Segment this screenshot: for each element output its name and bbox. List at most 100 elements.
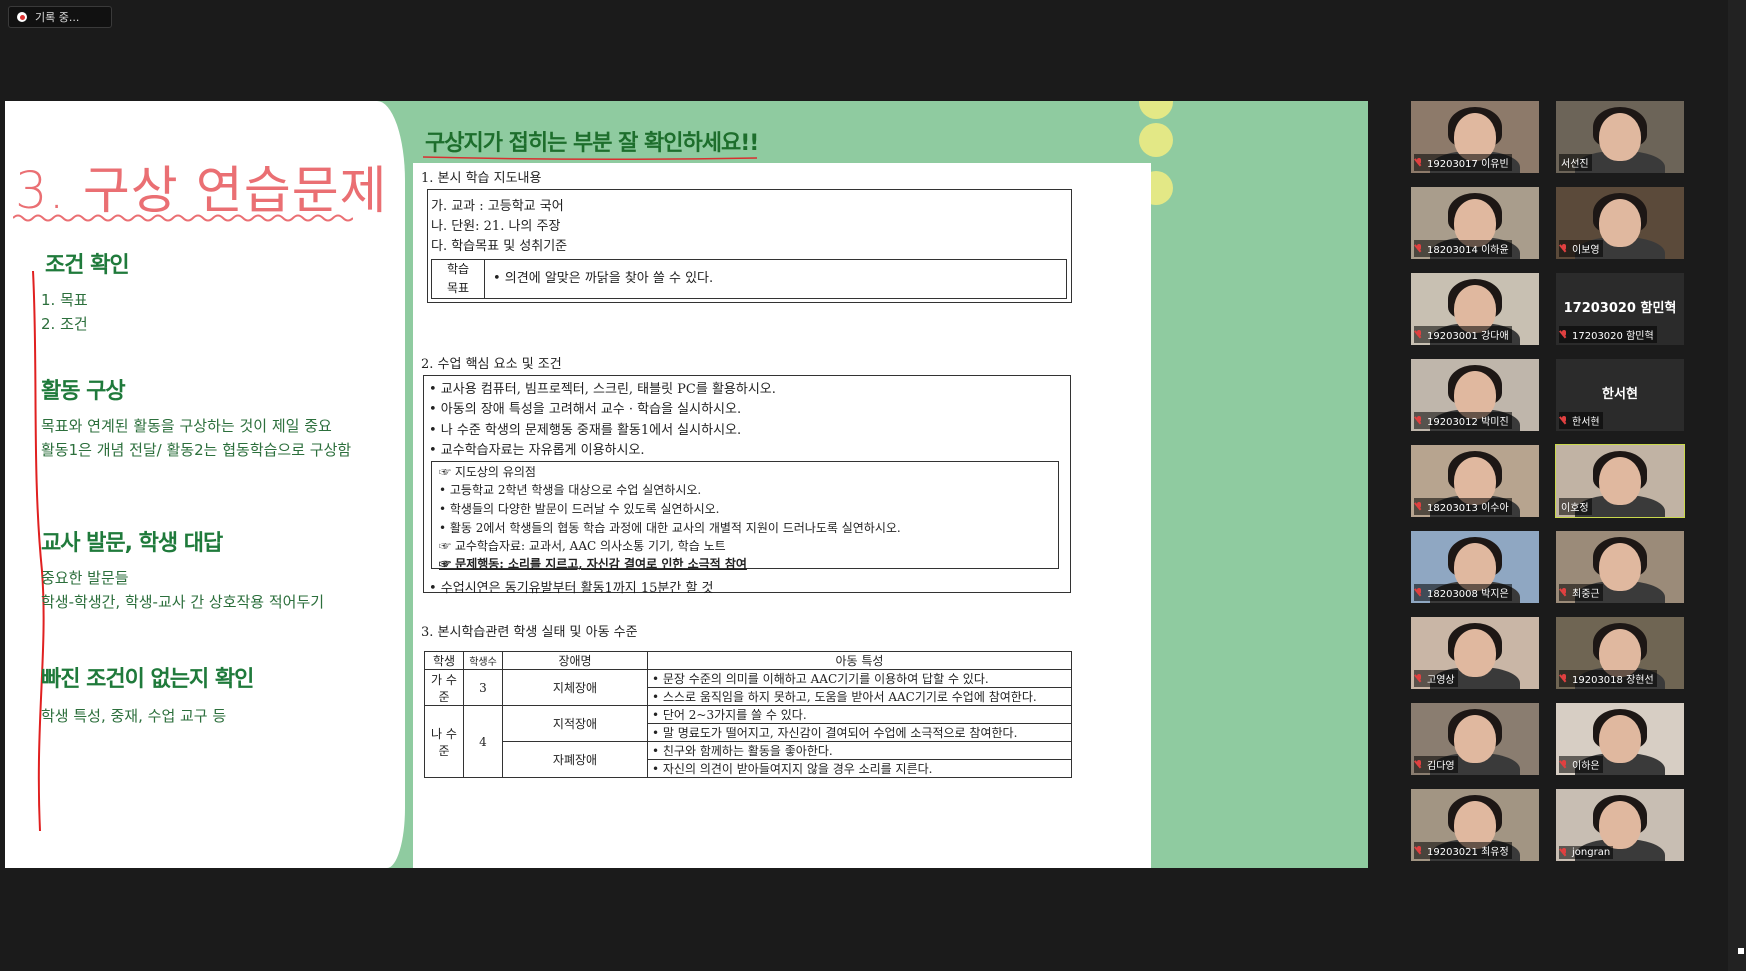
doc-line: • 나 수준 학생의 문제행동 중재를 활동1에서 실시하시오. — [429, 423, 742, 438]
mic-muted-icon — [1416, 416, 1423, 425]
section-item: 중요한 발문들 — [41, 569, 129, 587]
more-icon[interactable] — [1738, 948, 1744, 954]
doc-line: • 수업시연은 동기유발부터 활동1까지 15분간 할 것 — [429, 581, 714, 596]
table-row: 나 수준 4 지적장애 • 단어 2~3가지를 쓸 수 있다. — [424, 705, 1072, 778]
doc-line: 나. 단원: 21. 나의 주장 — [431, 219, 561, 234]
mic-muted-icon — [1561, 416, 1568, 425]
section-heading-check: 빠진 조건이 없는지 확인 — [41, 667, 254, 692]
participant-video — [1599, 801, 1641, 849]
lesson-plan-document: 1. 본시 학습 지도내용 가. 교과 : 고등학교 국어 나. 단원: 21.… — [413, 163, 1151, 868]
participant-tile[interactable]: 19203012 박미진 — [1411, 359, 1539, 431]
section-heading-activity: 활동 구상 — [41, 379, 126, 404]
recording-indicator[interactable]: 기록 중... — [8, 6, 112, 28]
participant-tile[interactable]: 18203014 이하윤 — [1411, 187, 1539, 259]
mic-muted-icon — [1561, 760, 1568, 769]
participant-tile[interactable]: 이하은 — [1556, 703, 1684, 775]
participant-tile[interactable]: 이호정 — [1555, 444, 1685, 518]
doc-line: 가. 교과 : 고등학교 국어 — [431, 199, 564, 214]
doc-line: • 교수학습자료는 자유롭게 이용하시오. — [429, 443, 645, 458]
slide-left-panel: 3. 구상 연습문제 조건 확인 1. 목표 2. 조건 활동 구상 목표와 연… — [5, 101, 405, 868]
participant-name-label: 이하은 — [1559, 756, 1603, 773]
section-item: 목표와 연계된 활동을 구상하는 것이 제일 중요 — [41, 417, 332, 435]
participant-tile[interactable]: 19203017 이유빈 — [1411, 101, 1539, 173]
note-line: • 학생들의 다양한 발문이 드러날 수 있도록 실연하시오. — [439, 502, 720, 516]
mic-muted-icon — [1561, 848, 1568, 857]
table-header: 장애명 — [502, 651, 648, 670]
participant-tile[interactable]: 18203008 박지은 — [1411, 531, 1539, 603]
mic-muted-icon — [1416, 502, 1423, 511]
note-line: • 활동 2에서 학생들의 협동 학습 과정에 대한 교사의 개별적 지원이 드… — [439, 521, 901, 535]
participant-display-name: 17203020 함민혁 — [1563, 301, 1677, 316]
participant-name-label: 19203012 박미진 — [1414, 412, 1512, 429]
mic-muted-icon — [1416, 760, 1423, 769]
participant-tile[interactable]: 17203020 함민혁 17203020 함민혁 — [1556, 273, 1684, 345]
participant-tile[interactable]: 김다영 — [1411, 703, 1539, 775]
section-item: 학생-학생간, 학생-교사 간 상호작용 적어두기 — [41, 593, 325, 611]
participant-tile[interactable]: jongran — [1556, 789, 1684, 861]
participant-display-name: 한서현 — [1602, 387, 1638, 402]
section-heading-condition: 조건 확인 — [45, 253, 130, 278]
participant-name-label: 최중근 — [1559, 584, 1603, 601]
participant-tile[interactable]: 최중근 — [1556, 531, 1684, 603]
slide-headline: 구상지가 접히는 부분 잘 확인하세요!! — [425, 131, 759, 156]
participant-tile[interactable]: 이보영 — [1556, 187, 1684, 259]
section-item: 학생 특성, 중재, 수업 교구 등 — [41, 707, 227, 725]
mic-muted-icon — [1416, 330, 1423, 339]
note-line: • 고등학교 2학년 학생을 대상으로 수업 실연하시오. — [439, 483, 702, 497]
mic-muted-icon — [1416, 588, 1423, 597]
participant-tile[interactable]: 19203021 최유정 — [1411, 789, 1539, 861]
headline-underline — [423, 156, 758, 161]
doc-line: 다. 학습목표 및 성취기준 — [431, 239, 568, 254]
participant-name-label: 18203013 이수아 — [1414, 498, 1512, 515]
participant-video — [1599, 715, 1641, 763]
learning-goal-box: 학습 목표 • 의견에 알맞은 까닭을 찾아 쓸 수 있다. — [431, 259, 1067, 299]
participant-video — [1599, 199, 1641, 247]
participant-name-label: 18203008 박지은 — [1414, 584, 1512, 601]
record-icon — [17, 12, 27, 22]
mic-muted-icon — [1561, 330, 1568, 339]
participant-name-label: 19203021 최유정 — [1414, 842, 1512, 859]
participant-tile[interactable]: 19203001 강다애 — [1411, 273, 1539, 345]
participant-video — [1599, 543, 1641, 591]
section-item: 2. 조건 — [41, 315, 88, 333]
doc-line: • 교사용 컴퓨터, 빔프로젝터, 스크린, 태블릿 PC를 활용하시오. — [429, 382, 776, 397]
participant-name-label: 고영상 — [1414, 670, 1458, 687]
materials-line: ☞ 교수학습자료: 교과서, AAC 의사소통 기기, 학습 노트 — [439, 539, 726, 553]
participant-video — [1454, 629, 1496, 677]
doc-section-2-title: 2. 수업 핵심 요소 및 조건 — [421, 357, 562, 372]
participant-tile[interactable]: 18203013 이수아 — [1411, 445, 1539, 517]
participant-name-label: 17203020 함민혁 — [1559, 326, 1657, 343]
participant-name-label: 서선진 — [1559, 154, 1592, 171]
table-header: 학생수 — [463, 651, 503, 670]
participant-name-label: 이호정 — [1559, 498, 1592, 515]
table-row: 가 수준 3 지체장애 • 문장 수준의 의미를 이해하고 AAC기기를 이용하… — [424, 669, 1072, 706]
participant-name-label: 한서현 — [1559, 412, 1603, 429]
student-status-table: 학생 학생수 장애명 아동 특성 가 수준 3 지체장애 • 문장 수준의 의미… — [424, 651, 1072, 778]
participant-tile[interactable]: 19203018 장현선 — [1556, 617, 1684, 689]
doc-section-3-title: 3. 본시학습관련 학생 실태 및 아동 수준 — [421, 625, 638, 640]
participant-tile[interactable]: 서선진 — [1556, 101, 1684, 173]
participant-name-label: jongran — [1559, 846, 1614, 859]
doc-line: • 아동의 장애 특성을 고려해서 교수 · 학습을 실시하시오. — [429, 402, 742, 417]
participant-name-label: 김다영 — [1414, 756, 1458, 773]
slide-title: 3. 구상 연습문제 — [15, 162, 388, 221]
goal-text: • 의견에 알맞은 까닭을 찾아 쓸 수 있다. — [493, 271, 714, 286]
participant-name-label: 이보영 — [1559, 240, 1603, 257]
mic-muted-icon — [1416, 674, 1423, 683]
recording-label: 기록 중... — [35, 11, 80, 24]
participant-name-label: 19203018 장현선 — [1559, 670, 1657, 687]
section-heading-questions: 교사 발문, 학생 대답 — [41, 531, 223, 556]
notes-title: ☞ 지도상의 유의점 — [439, 465, 536, 479]
mic-muted-icon — [1561, 588, 1568, 597]
mic-muted-icon — [1416, 244, 1423, 253]
gallery-scrollbar[interactable] — [1728, 0, 1746, 971]
participant-tile[interactable]: 한서현 한서현 — [1556, 359, 1684, 431]
participant-name-label: 19203001 강다애 — [1414, 326, 1512, 343]
section-item: 활동1은 개념 전달/ 활동2는 협동학습으로 구상함 — [41, 441, 352, 459]
participant-video — [1599, 113, 1641, 161]
participant-tile[interactable]: 고영상 — [1411, 617, 1539, 689]
behavior-line: ☞ 문제행동: 소리를 지르고, 자신감 결여로 인한 소극적 참여 — [439, 557, 747, 571]
mic-muted-icon — [1416, 158, 1423, 167]
participant-video — [1599, 457, 1641, 505]
table-header: 아동 특성 — [647, 651, 1072, 670]
